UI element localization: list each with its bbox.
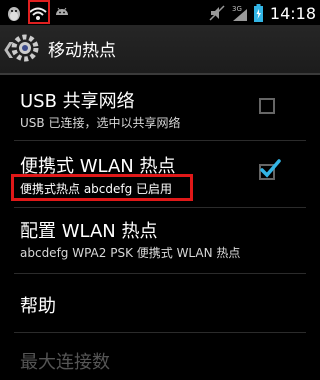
android-icon (52, 3, 72, 23)
status-bar-system: 3G 14:18 (207, 2, 316, 24)
pref-help[interactable]: 帮助 (0, 274, 320, 332)
network-type-label: 3G (232, 5, 242, 13)
pref-max-connections: 最大连接数 (0, 333, 320, 380)
qq-penguin-icon (4, 3, 24, 23)
battery-icon (253, 3, 264, 23)
status-time: 14:18 (269, 3, 316, 23)
settings-icon[interactable] (10, 33, 40, 63)
wlan-hotspot-checkbox[interactable] (259, 159, 281, 180)
signal-icon: 3G (231, 3, 249, 23)
pref-summary: abcdefg WPA2 PSK 便携式 WLAN 热点 (20, 246, 241, 260)
pref-summary: USB 已连接，选中以共享网络 (20, 116, 181, 130)
pref-title: 最大连接数 (20, 352, 110, 373)
page-title: 移动热点 (48, 41, 116, 61)
hotspot-status-highlight (11, 174, 193, 201)
status-bar: 3G 14:18 (0, 0, 320, 25)
usb-tethering-checkbox[interactable] (259, 98, 275, 114)
wifi-hotspot-highlight (28, 0, 50, 24)
pref-title: 配置 WLAN 热点 (20, 221, 158, 242)
action-bar: ❮ 移动热点 (0, 25, 320, 75)
pref-title: 帮助 (20, 296, 56, 317)
pref-configure-hotspot[interactable]: 配置 WLAN 热点 abcdefg WPA2 PSK 便携式 WLAN 热点 (0, 208, 320, 273)
pref-title: USB 共享网络 (20, 91, 135, 112)
mute-icon (207, 3, 227, 23)
pref-usb-tethering[interactable]: USB 共享网络 USB 已连接，选中以共享网络 (0, 75, 320, 147)
